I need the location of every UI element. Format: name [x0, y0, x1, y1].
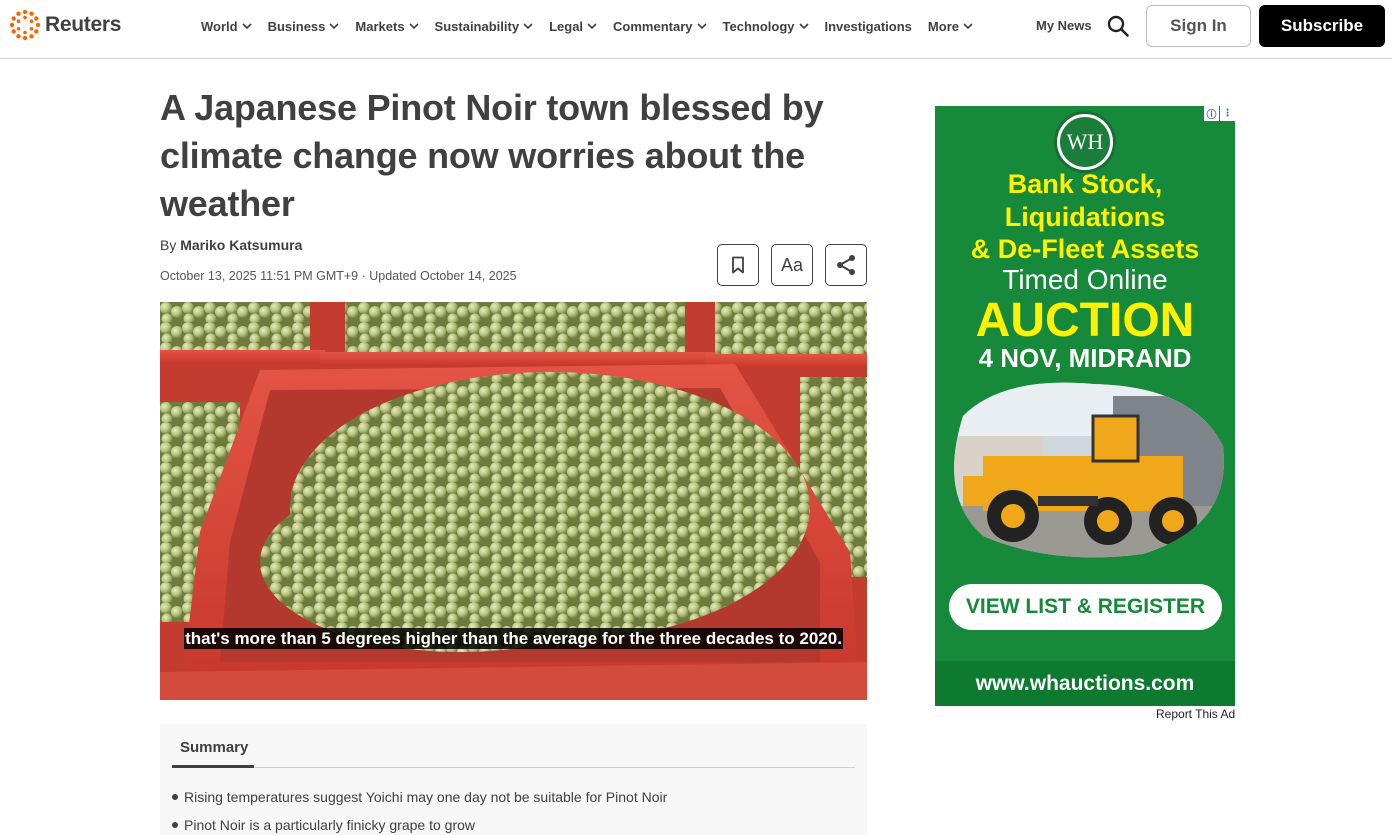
view-list-register-button[interactable]: VIEW LIST & REGISTER [949, 584, 1222, 630]
report-ad-link[interactable]: Report This Ad [1156, 707, 1235, 721]
nav-item-label: Legal [549, 18, 584, 34]
advertiser-logo-text: WH [1060, 117, 1110, 167]
share-icon [837, 255, 855, 275]
search-button[interactable] [1107, 15, 1129, 42]
ad-headline-line: Bank Stock, [1007, 169, 1163, 199]
nav-item-more[interactable]: More [928, 17, 973, 35]
advertiser-url[interactable]: www.whauctions.com [935, 661, 1235, 706]
nav-item-commentary[interactable]: Commentary [613, 17, 707, 35]
bookmark-icon [732, 256, 744, 274]
ad-choices[interactable]: ⓘ ⋮ [1204, 106, 1235, 121]
chevron-down-icon [408, 22, 419, 29]
chevron-down-icon [523, 22, 533, 29]
summary-tab[interactable]: Summary [180, 739, 248, 756]
nav-item-label: Business [267, 18, 326, 34]
info-icon[interactable]: ⓘ [1204, 106, 1219, 121]
reuters-logo[interactable]: Reuters [9, 9, 121, 41]
sidebar-advertisement[interactable]: ⓘ ⋮ WH Bank Stock, Liquidations & De-Fle… [935, 106, 1235, 706]
ad-headline-line: & De-Fleet Assets [970, 234, 1200, 264]
nav-item-legal[interactable]: Legal [549, 17, 597, 35]
nav-item-label: More [927, 18, 959, 34]
article-dateline: October 13, 2025 11:51 PM GMT+9 · Update… [160, 269, 517, 283]
bullet-icon [172, 794, 178, 800]
nav-item-label: Technology [722, 18, 795, 34]
nav-item-technology[interactable]: Technology [723, 17, 809, 35]
more-options-icon[interactable]: ⋮ [1220, 106, 1235, 121]
subscribe-button[interactable]: Subscribe [1259, 5, 1385, 47]
ad-subhead: Timed Online [1002, 264, 1168, 295]
nav-item-label: Markets [355, 18, 405, 34]
author-link[interactable]: Mariko Katsumura [180, 237, 302, 253]
summary-item-text: Pinot Noir is a particularly finicky gra… [184, 817, 476, 833]
article-headline: A Japanese Pinot Noir town blessed by cl… [160, 87, 824, 224]
chevron-down-icon [242, 22, 252, 29]
nav-item-business[interactable]: Business [268, 17, 340, 35]
nav-item-markets[interactable]: Markets [355, 17, 419, 35]
chevron-down-icon [963, 22, 973, 29]
ad-auction-title: AUCTION [975, 294, 1195, 347]
video-caption: that's more than 5 degrees higher than t… [160, 624, 867, 654]
summary-box: Summary Rising temperatures suggest Yoic… [160, 724, 867, 835]
nav-item-investigations[interactable]: Investigations [825, 17, 912, 35]
article-video-player[interactable]: that's more than 5 degrees higher than t… [160, 302, 867, 700]
my-news-link[interactable]: My News [1036, 18, 1092, 33]
logo-wordmark: Reuters [45, 13, 122, 36]
advertiser-logo: WH [1054, 111, 1116, 173]
ad-date-location: 4 NOV, MIDRAND [978, 343, 1192, 373]
nav-item-label: Commentary [613, 18, 693, 34]
bullet-icon [172, 822, 178, 828]
text-size-button[interactable]: Aa [771, 244, 813, 286]
byline: By Mariko Katsumura [160, 237, 302, 253]
summary-list: Rising temperatures suggest Yoichi may o… [172, 783, 667, 835]
chevron-down-icon [798, 22, 809, 29]
text-size-label: Aa [780, 254, 804, 275]
main-nav: World Business Markets Sustainability Le… [201, 17, 989, 35]
chevron-down-icon [329, 22, 339, 29]
byline-prefix: By [160, 237, 177, 253]
summary-item: Pinot Noir is a particularly finicky gra… [172, 811, 667, 835]
summary-divider [172, 767, 855, 768]
chevron-down-icon [696, 22, 707, 29]
reuters-logo-icon [9, 9, 41, 41]
sign-in-button[interactable]: Sign In [1146, 5, 1251, 47]
grader-vehicle-image [954, 382, 1224, 558]
summary-tab-indicator [172, 765, 254, 768]
nav-item-label: Investigations [824, 18, 912, 34]
summary-item: Rising temperatures suggest Yoichi may o… [172, 783, 667, 811]
share-button[interactable] [825, 244, 867, 286]
nav-item-label: World [201, 18, 238, 34]
video-caption-text: that's more than 5 degrees higher than t… [184, 628, 843, 649]
nav-item-world[interactable]: World [201, 17, 252, 35]
ad-headline-line: Liquidations [1004, 202, 1166, 232]
summary-item-text: Rising temperatures suggest Yoichi may o… [184, 789, 668, 805]
nav-item-sustainability[interactable]: Sustainability [435, 17, 534, 35]
site-header: Reuters World Business Markets Sustainab… [0, 0, 1392, 59]
bookmark-button[interactable] [717, 244, 759, 286]
search-icon [1107, 15, 1129, 37]
chevron-down-icon [587, 22, 597, 29]
nav-item-label: Sustainability [434, 18, 520, 34]
